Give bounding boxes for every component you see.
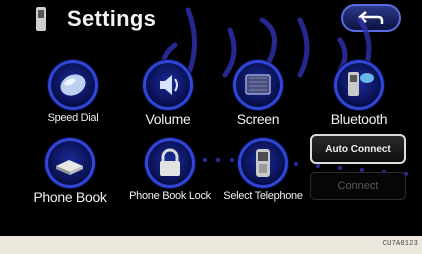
document-code: CU7A0123 <box>382 240 418 248</box>
phone-book-button[interactable]: Phone Book <box>25 138 115 220</box>
screen-icon <box>245 74 271 95</box>
screen-label: Screen <box>236 111 280 127</box>
screen-button[interactable]: Screen <box>213 60 303 142</box>
connect-button[interactable]: Connect <box>310 172 406 200</box>
select-telephone-label: Select Telephone <box>223 190 303 202</box>
speed-dial-label: Speed Dial <box>47 112 99 124</box>
bluetooth-label: Bluetooth <box>330 111 388 127</box>
bluetooth-phone-icon <box>348 72 374 96</box>
volume-label: Volume <box>145 111 191 127</box>
volume-icon <box>160 75 178 95</box>
speed-dial-button[interactable]: Speed Dial <box>28 60 118 142</box>
settings-screen: Settings Speed Dial Volume Screen Blueto… <box>0 0 422 254</box>
back-button[interactable] <box>341 4 401 32</box>
phone-book-lock-button[interactable]: Phone Book Lock <box>125 138 215 220</box>
select-telephone-button[interactable]: Select Telephone <box>218 138 308 220</box>
bottom-bar: CU7A0123 <box>0 236 422 254</box>
padlock-icon <box>160 148 180 176</box>
phone-book-lock-label: Phone Book Lock <box>129 190 211 202</box>
header: Settings <box>0 0 422 46</box>
mobile-phone-icon <box>36 7 46 31</box>
phone-book-label: Phone Book <box>33 189 107 205</box>
volume-button[interactable]: Volume <box>123 60 213 142</box>
back-arrow-icon <box>358 11 384 24</box>
bluetooth-button[interactable]: Bluetooth <box>314 60 404 142</box>
speed-dial-icon <box>60 74 86 96</box>
cell-phone-icon <box>256 149 270 177</box>
auto-connect-button[interactable]: Auto Connect <box>310 134 406 164</box>
phone-book-icon <box>56 160 83 175</box>
page-title: Settings <box>67 6 157 31</box>
